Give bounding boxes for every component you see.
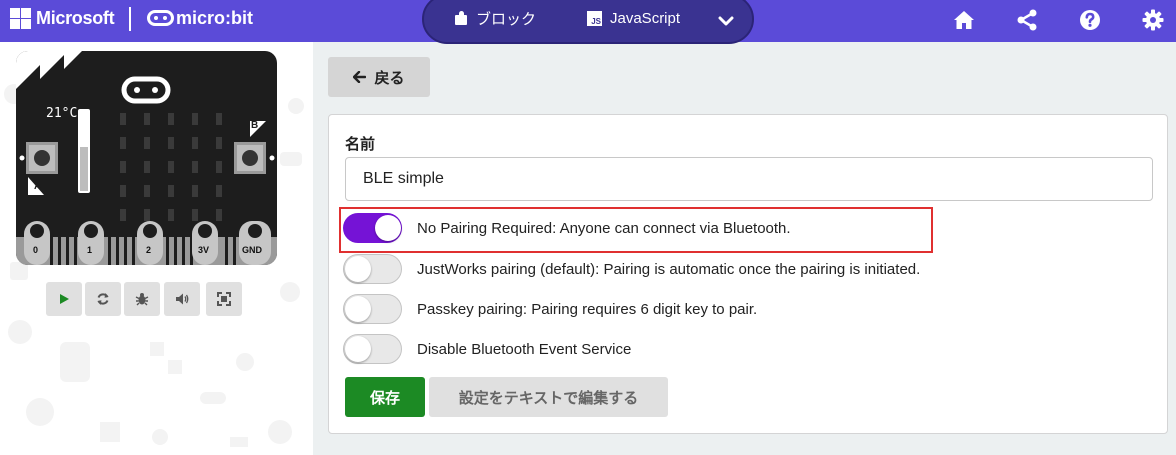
microsoft-logo-icon	[10, 8, 31, 29]
share-icon[interactable]	[1015, 8, 1039, 32]
name-label: 名前	[345, 136, 376, 153]
button-b-label: B	[251, 120, 259, 131]
puzzle-icon	[455, 11, 468, 25]
fullscreen-button[interactable]	[206, 282, 242, 316]
mute-button[interactable]	[164, 282, 200, 316]
microbit-logo-icon[interactable]	[147, 10, 174, 26]
option-justworks-label: JustWorks pairing (default): Pairing is …	[417, 260, 921, 278]
name-input[interactable]	[345, 157, 1153, 201]
play-icon	[60, 294, 69, 304]
mute-icon	[176, 293, 189, 305]
tab-blocks-label: ブロック	[476, 10, 537, 28]
simulator-pane: 21°C A B 0 1 2 3V GND	[0, 42, 313, 455]
toggle-justworks[interactable]	[343, 254, 402, 284]
toggle-disable-event-service[interactable]	[343, 334, 402, 364]
brand-divider	[129, 7, 131, 31]
restart-icon	[97, 293, 109, 305]
js-icon: JS	[587, 10, 602, 26]
top-header: Microsoft micro:bit ブロック JS JavaScript	[0, 0, 1176, 44]
arrow-left-icon	[353, 71, 367, 83]
edit-as-text-button[interactable]: 設定をテキストで編集する	[429, 377, 668, 417]
debug-icon	[135, 293, 149, 306]
tab-blocks[interactable]: ブロック	[455, 7, 536, 29]
back-button-label: 戻る	[374, 69, 405, 87]
pin-3v-label: 3V	[198, 245, 210, 255]
tab-javascript[interactable]: JS JavaScript	[587, 7, 680, 29]
option-disable-event-service-label: Disable Bluetooth Event Service	[417, 340, 632, 358]
play-button[interactable]	[46, 282, 82, 316]
toggle-knob	[345, 336, 371, 362]
pin-gnd-label: GND	[242, 245, 262, 255]
microbit-brand[interactable]: micro:bit	[176, 8, 253, 29]
chevron-down-icon[interactable]	[713, 8, 739, 34]
help-icon[interactable]	[1078, 8, 1102, 32]
tab-javascript-label: JavaScript	[610, 9, 681, 27]
toggle-knob	[345, 256, 371, 282]
simulator-toolbar	[46, 282, 242, 316]
option-passkey[interactable]: Passkey pairing: Pairing requires 6 digi…	[343, 292, 757, 326]
fullscreen-icon	[217, 292, 231, 306]
pin-0-label: 0	[33, 245, 39, 255]
save-button[interactable]: 保存	[345, 377, 425, 417]
option-disable-event-service[interactable]: Disable Bluetooth Event Service	[343, 332, 631, 366]
microsoft-brand[interactable]: Microsoft	[36, 8, 115, 29]
pin-2-label: 2	[146, 245, 152, 255]
toggle-knob	[345, 296, 371, 322]
toggle-passkey[interactable]	[343, 294, 402, 324]
highlight-box	[339, 207, 933, 253]
button-a-label: A	[34, 181, 42, 192]
microbit-board-graphic	[16, 51, 277, 265]
back-button[interactable]: 戻る	[328, 57, 430, 97]
restart-button[interactable]	[85, 282, 121, 316]
option-passkey-label: Passkey pairing: Pairing requires 6 digi…	[417, 300, 758, 318]
home-icon[interactable]	[952, 8, 976, 32]
pin-1-label: 1	[87, 245, 93, 255]
microbit-board: 21°C A B 0 1 2 3V GND	[16, 51, 277, 265]
debug-button[interactable]	[124, 282, 160, 316]
temperature-readout: 21°C	[46, 106, 78, 121]
settings-icon[interactable]	[1141, 8, 1165, 32]
option-justworks[interactable]: JustWorks pairing (default): Pairing is …	[343, 252, 920, 286]
